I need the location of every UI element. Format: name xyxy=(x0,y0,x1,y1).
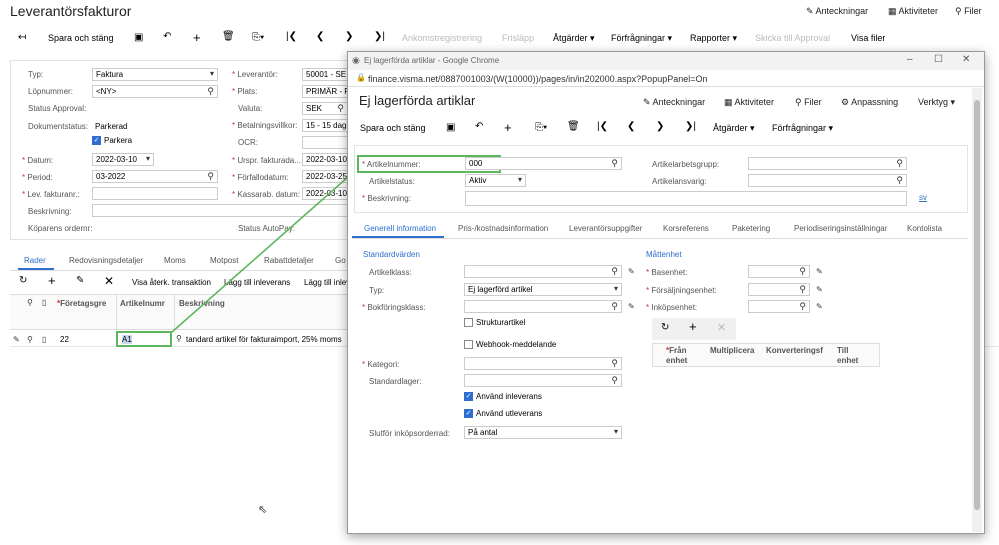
checkbox-icon xyxy=(464,340,473,350)
popup-actions-menu[interactable]: Åtgärder ▾ xyxy=(713,123,755,134)
popup-url[interactable]: finance.visma.net/0887001003/(W(10000))/… xyxy=(368,74,708,84)
check-icon: ✓ xyxy=(464,409,473,419)
popup-status-select[interactable]: Aktiv xyxy=(465,174,526,187)
search-icon[interactable]: ⚲ xyxy=(896,175,903,186)
popup-title: Ej lagerförda artiklar xyxy=(359,93,476,108)
check-icon: ✓ xyxy=(464,392,473,402)
conv-add-icon[interactable]: + xyxy=(689,319,697,334)
defaults-header: Standardvärden xyxy=(363,250,420,259)
webhook-checkbox[interactable]: Webhook-meddelande xyxy=(464,340,556,350)
purchase-unit-input[interactable]: ⚲ xyxy=(748,300,810,313)
calendar-icon: ▦ xyxy=(724,97,735,107)
popup-item-label: Artikelnummer: xyxy=(362,160,421,169)
use-shipment-checkbox[interactable]: ✓ Använd utleverans xyxy=(464,409,542,419)
popup-desc-label: Beskrivning: xyxy=(362,194,411,203)
popup-tab-general[interactable]: Generell information xyxy=(364,224,436,233)
popup-tab-deferral[interactable]: Periodiseringsinställningar xyxy=(794,224,887,233)
search-icon[interactable]: ⚲ xyxy=(611,158,618,169)
edit-icon[interactable]: ✎ xyxy=(816,267,823,276)
maximize-icon[interactable]: ☐ xyxy=(934,54,943,65)
popup-notes-link[interactable]: ✎ Anteckningar xyxy=(643,97,705,108)
popup-item-input[interactable]: 000 ⚲ xyxy=(465,157,622,170)
complete-po-select[interactable]: På antal xyxy=(464,426,622,439)
popup-save-icon[interactable]: ▣ xyxy=(446,122,455,133)
popup-delete-icon[interactable]: 🗑 xyxy=(567,121,580,132)
popup-scrollbar-thumb[interactable] xyxy=(974,100,980,510)
conv-col-multiply[interactable]: Multiplicera xyxy=(710,346,754,355)
chrome-icon: ◉ xyxy=(352,55,360,65)
use-receipt-checkbox[interactable]: ✓ Använd inleverans xyxy=(464,392,542,402)
minimize-icon[interactable]: – xyxy=(907,54,913,65)
popup-workgroup-input[interactable]: ⚲ xyxy=(748,157,907,170)
class-label: Artikelklass: xyxy=(369,268,412,277)
popup-owner-label: Artikelansvarig: xyxy=(652,177,707,186)
search-icon[interactable]: ⚲ xyxy=(799,266,806,277)
category-label: Kategori: xyxy=(362,360,399,369)
popup-first-icon[interactable]: |❮ xyxy=(597,121,608,132)
posting-label: Bokföringsklass: xyxy=(362,303,425,312)
type-select[interactable]: Ej lagerförd artikel xyxy=(464,283,622,296)
popup-tab-accounts[interactable]: Kontolista xyxy=(907,224,942,233)
conv-delete-icon[interactable]: ✕ xyxy=(717,321,726,334)
customize-icon: ⚙ xyxy=(841,97,852,107)
popup-prev-icon[interactable]: ❮ xyxy=(627,121,635,132)
category-input[interactable]: ⚲ xyxy=(464,357,622,370)
popup-copy-paste-icon[interactable]: ⎘▾ xyxy=(535,122,547,133)
popup-tab-vendor[interactable]: Leverantörsuppgifter xyxy=(569,224,642,233)
search-icon[interactable]: ⚲ xyxy=(799,301,806,312)
warehouse-label: Standardlager: xyxy=(369,377,422,386)
paperclip-icon: ⚲ xyxy=(795,97,805,107)
notes-icon: ✎ xyxy=(643,97,653,107)
popup-workgroup-label: Artikelarbetsgrupp: xyxy=(652,160,720,169)
base-unit-label: Basenhet: xyxy=(646,268,687,277)
search-icon[interactable]: ⚲ xyxy=(896,158,903,169)
popup-status-label: Artikelstatus: xyxy=(369,177,415,186)
popup-last-icon[interactable]: ❯| xyxy=(685,121,696,132)
complete-po-label: Slutför inköpsorderrad: xyxy=(369,429,450,438)
popup-next-icon[interactable]: ❯ xyxy=(656,121,664,132)
popup-desc-input[interactable] xyxy=(465,191,907,206)
popup-inquiries-menu[interactable]: Förfrågningar ▾ xyxy=(772,123,833,134)
search-icon[interactable]: ⚲ xyxy=(611,301,618,312)
conv-col-to[interactable]: Till enhet xyxy=(837,346,867,366)
popup-tab-crossref[interactable]: Korsreferens xyxy=(663,224,709,233)
conv-col-from[interactable]: *Från enhet xyxy=(666,346,706,366)
popup-tab-packaging[interactable]: Paketering xyxy=(732,224,770,233)
popup-activities-link[interactable]: ▦ Aktiviteter xyxy=(724,97,774,108)
uom-header: Måttenhet xyxy=(646,250,682,259)
search-icon[interactable]: ⚲ xyxy=(611,358,618,369)
warehouse-input[interactable]: ⚲ xyxy=(464,374,622,387)
search-icon[interactable]: ⚲ xyxy=(799,284,806,295)
class-input[interactable]: ⚲ xyxy=(464,265,622,278)
lock-icon: 🔒 xyxy=(356,73,366,82)
structure-checkbox[interactable]: Strukturartikel xyxy=(464,318,525,328)
posting-input[interactable]: ⚲ xyxy=(464,300,622,313)
popup-window-title: Ej lagerförda artiklar - Google Chrome xyxy=(364,56,500,65)
language-link[interactable]: sv xyxy=(919,193,927,202)
popup-tabs-divider xyxy=(352,238,968,239)
edit-icon[interactable]: ✎ xyxy=(816,285,823,294)
popup-undo-icon[interactable]: ↶ xyxy=(475,121,483,132)
type-label: Typ: xyxy=(369,286,385,295)
popup-save-close-button[interactable]: Spara och stäng xyxy=(360,123,426,133)
search-icon[interactable]: ⚲ xyxy=(611,266,618,277)
edit-icon[interactable]: ✎ xyxy=(628,267,635,276)
sales-unit-input[interactable]: ⚲ xyxy=(748,283,810,296)
edit-icon[interactable]: ✎ xyxy=(628,302,635,311)
popup-tools-menu[interactable]: Verktyg ▾ xyxy=(918,97,955,108)
checkbox-icon xyxy=(464,318,473,328)
search-icon[interactable]: ⚲ xyxy=(611,375,618,386)
conv-refresh-icon[interactable]: ↻ xyxy=(661,322,669,333)
conv-col-factor[interactable]: Konverteringsf xyxy=(766,346,832,355)
popup-files-link[interactable]: ⚲ Filer xyxy=(795,97,822,108)
sales-unit-label: Försäljningsenhet: xyxy=(646,286,716,295)
edit-icon[interactable]: ✎ xyxy=(816,302,823,311)
close-icon[interactable]: ✕ xyxy=(962,54,970,65)
popup-add-icon[interactable]: + xyxy=(504,120,512,135)
popup-owner-input[interactable]: ⚲ xyxy=(748,174,907,187)
base-unit-input[interactable]: ⚲ xyxy=(748,265,810,278)
popup-tab-price[interactable]: Pris-/kostnadsinformation xyxy=(458,224,548,233)
purchase-unit-label: Inköpsenhet: xyxy=(646,303,697,312)
popup-customize-link[interactable]: ⚙ Anpassning xyxy=(841,97,898,108)
